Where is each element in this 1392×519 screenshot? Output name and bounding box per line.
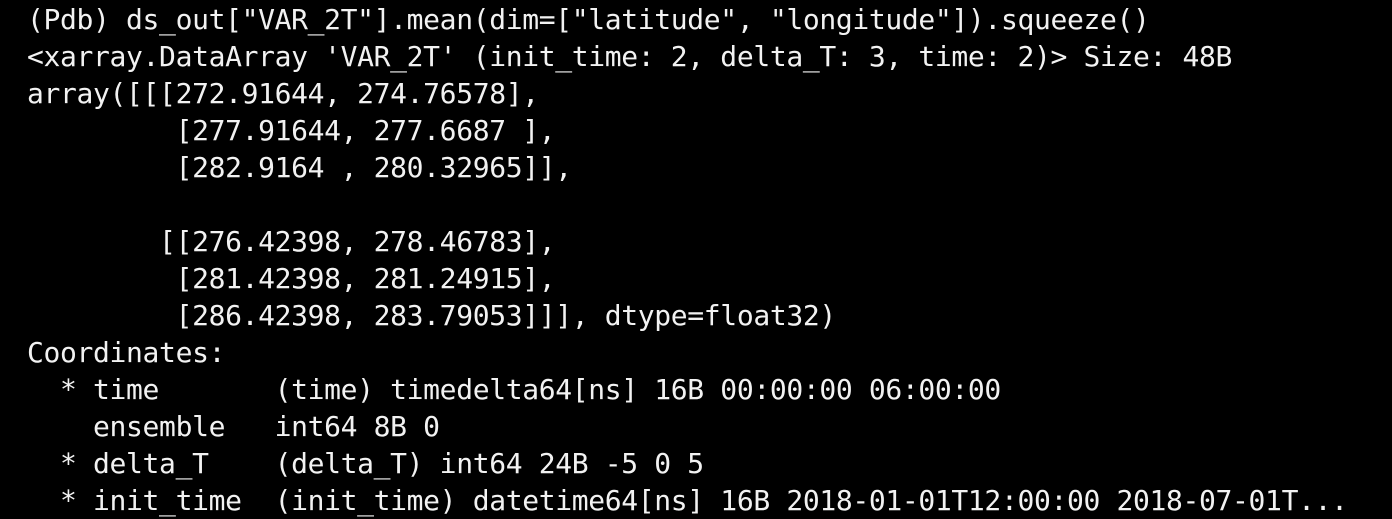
array-line: [277.91644, 277.6687 ], (27, 114, 556, 147)
coordinate-delta-t-line: * delta_T (delta_T) int64 24B -5 0 5 (27, 447, 704, 480)
array-line: [281.42398, 281.24915], (27, 262, 556, 295)
coordinate-ensemble-line: ensemble int64 8B 0 (27, 410, 440, 443)
terminal-output[interactable]: (Pdb) ds_out["VAR_2T"].mean(dim=["latitu… (0, 0, 1392, 518)
array-line: [[276.42398, 278.46783], (27, 225, 556, 258)
array-line: [282.9164 , 280.32965]], (27, 151, 573, 184)
array-line: array([[[272.91644, 274.76578], (27, 77, 539, 110)
coordinates-heading: Coordinates: (27, 336, 226, 369)
dataarray-header-line: <xarray.DataArray 'VAR_2T' (init_time: 2… (27, 40, 1233, 73)
coordinate-init-time-line: * init_time (init_time) datetime64[ns] 1… (27, 484, 1348, 517)
coordinate-time-line: * time (time) timedelta64[ns] 16B 00:00:… (27, 373, 1001, 406)
pdb-command-line: (Pdb) ds_out["VAR_2T"].mean(dim=["latitu… (27, 3, 1150, 36)
array-line: [286.42398, 283.79053]]], dtype=float32) (27, 299, 837, 332)
